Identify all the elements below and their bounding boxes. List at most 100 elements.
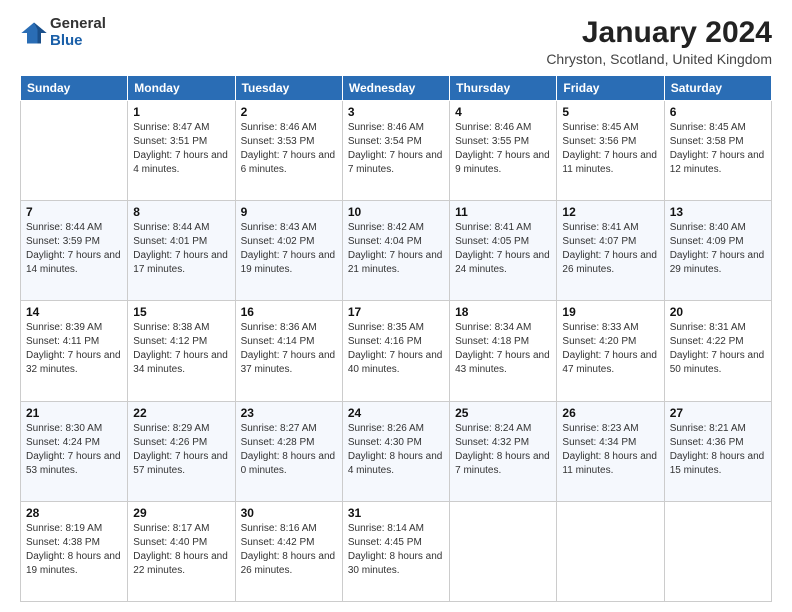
day-number: 16 — [241, 305, 337, 319]
sunrise-text: Sunrise: 8:45 AM — [670, 122, 746, 133]
day-info: Sunrise: 8:19 AM Sunset: 4:38 PM Dayligh… — [26, 522, 122, 578]
sunset-text: Sunset: 4:04 PM — [348, 236, 422, 247]
table-row: 7 Sunrise: 8:44 AM Sunset: 3:59 PM Dayli… — [21, 201, 128, 301]
daylight-text: Daylight: 7 hours and 21 minutes. — [348, 250, 443, 275]
location-text: Chryston, Scotland, United Kingdom — [546, 51, 772, 67]
sunset-text: Sunset: 4:24 PM — [26, 437, 100, 448]
sunset-text: Sunset: 4:20 PM — [562, 336, 636, 347]
daylight-text: Daylight: 7 hours and 7 minutes. — [348, 150, 443, 175]
table-row: 5 Sunrise: 8:45 AM Sunset: 3:56 PM Dayli… — [557, 101, 664, 201]
table-row: 24 Sunrise: 8:26 AM Sunset: 4:30 PM Dayl… — [342, 401, 449, 501]
sunrise-text: Sunrise: 8:36 AM — [241, 322, 317, 333]
day-info: Sunrise: 8:46 AM Sunset: 3:54 PM Dayligh… — [348, 121, 444, 177]
daylight-text: Daylight: 8 hours and 7 minutes. — [455, 451, 550, 476]
col-friday: Friday — [557, 76, 664, 101]
table-row: 2 Sunrise: 8:46 AM Sunset: 3:53 PM Dayli… — [235, 101, 342, 201]
day-number: 15 — [133, 305, 229, 319]
day-number: 13 — [670, 205, 766, 219]
sunset-text: Sunset: 4:30 PM — [348, 437, 422, 448]
sunset-text: Sunset: 3:53 PM — [241, 136, 315, 147]
table-row: 17 Sunrise: 8:35 AM Sunset: 4:16 PM Dayl… — [342, 301, 449, 401]
day-number: 10 — [348, 205, 444, 219]
sunset-text: Sunset: 4:16 PM — [348, 336, 422, 347]
sunset-text: Sunset: 4:28 PM — [241, 437, 315, 448]
logo-text: General Blue — [50, 16, 106, 49]
sunset-text: Sunset: 3:51 PM — [133, 136, 207, 147]
daylight-text: Daylight: 7 hours and 26 minutes. — [562, 250, 657, 275]
sunrise-text: Sunrise: 8:27 AM — [241, 423, 317, 434]
sunset-text: Sunset: 4:42 PM — [241, 537, 315, 548]
table-row — [557, 501, 664, 601]
sunrise-text: Sunrise: 8:40 AM — [670, 222, 746, 233]
sunset-text: Sunset: 4:14 PM — [241, 336, 315, 347]
day-info: Sunrise: 8:38 AM Sunset: 4:12 PM Dayligh… — [133, 321, 229, 377]
table-row: 26 Sunrise: 8:23 AM Sunset: 4:34 PM Dayl… — [557, 401, 664, 501]
sunrise-text: Sunrise: 8:29 AM — [133, 423, 209, 434]
calendar-week-row: 28 Sunrise: 8:19 AM Sunset: 4:38 PM Dayl… — [21, 501, 772, 601]
daylight-text: Daylight: 7 hours and 4 minutes. — [133, 150, 228, 175]
day-info: Sunrise: 8:26 AM Sunset: 4:30 PM Dayligh… — [348, 422, 444, 478]
day-number: 25 — [455, 406, 551, 420]
sunrise-text: Sunrise: 8:45 AM — [562, 122, 638, 133]
day-number: 24 — [348, 406, 444, 420]
day-info: Sunrise: 8:45 AM Sunset: 3:56 PM Dayligh… — [562, 121, 658, 177]
table-row: 18 Sunrise: 8:34 AM Sunset: 4:18 PM Dayl… — [450, 301, 557, 401]
day-info: Sunrise: 8:41 AM Sunset: 4:07 PM Dayligh… — [562, 221, 658, 277]
day-info: Sunrise: 8:30 AM Sunset: 4:24 PM Dayligh… — [26, 422, 122, 478]
table-row: 21 Sunrise: 8:30 AM Sunset: 4:24 PM Dayl… — [21, 401, 128, 501]
sunrise-text: Sunrise: 8:46 AM — [348, 122, 424, 133]
day-info: Sunrise: 8:44 AM Sunset: 4:01 PM Dayligh… — [133, 221, 229, 277]
sunrise-text: Sunrise: 8:24 AM — [455, 423, 531, 434]
table-row: 14 Sunrise: 8:39 AM Sunset: 4:11 PM Dayl… — [21, 301, 128, 401]
daylight-text: Daylight: 7 hours and 29 minutes. — [670, 250, 765, 275]
sunrise-text: Sunrise: 8:41 AM — [455, 222, 531, 233]
day-info: Sunrise: 8:24 AM Sunset: 4:32 PM Dayligh… — [455, 422, 551, 478]
sunrise-text: Sunrise: 8:17 AM — [133, 523, 209, 534]
sunset-text: Sunset: 4:07 PM — [562, 236, 636, 247]
sunset-text: Sunset: 3:55 PM — [455, 136, 529, 147]
sunset-text: Sunset: 4:26 PM — [133, 437, 207, 448]
daylight-text: Daylight: 8 hours and 4 minutes. — [348, 451, 443, 476]
sunrise-text: Sunrise: 8:39 AM — [26, 322, 102, 333]
day-info: Sunrise: 8:27 AM Sunset: 4:28 PM Dayligh… — [241, 422, 337, 478]
day-info: Sunrise: 8:14 AM Sunset: 4:45 PM Dayligh… — [348, 522, 444, 578]
day-info: Sunrise: 8:16 AM Sunset: 4:42 PM Dayligh… — [241, 522, 337, 578]
col-monday: Monday — [128, 76, 235, 101]
day-number: 1 — [133, 105, 229, 119]
daylight-text: Daylight: 7 hours and 14 minutes. — [26, 250, 121, 275]
daylight-text: Daylight: 8 hours and 22 minutes. — [133, 551, 228, 576]
table-row: 4 Sunrise: 8:46 AM Sunset: 3:55 PM Dayli… — [450, 101, 557, 201]
table-row: 25 Sunrise: 8:24 AM Sunset: 4:32 PM Dayl… — [450, 401, 557, 501]
table-row: 6 Sunrise: 8:45 AM Sunset: 3:58 PM Dayli… — [664, 101, 771, 201]
table-row: 13 Sunrise: 8:40 AM Sunset: 4:09 PM Dayl… — [664, 201, 771, 301]
sunrise-text: Sunrise: 8:47 AM — [133, 122, 209, 133]
table-row: 27 Sunrise: 8:21 AM Sunset: 4:36 PM Dayl… — [664, 401, 771, 501]
sunset-text: Sunset: 4:45 PM — [348, 537, 422, 548]
col-sunday: Sunday — [21, 76, 128, 101]
day-number: 5 — [562, 105, 658, 119]
col-saturday: Saturday — [664, 76, 771, 101]
table-row: 1 Sunrise: 8:47 AM Sunset: 3:51 PM Dayli… — [128, 101, 235, 201]
month-title: January 2024 — [546, 16, 772, 49]
day-info: Sunrise: 8:41 AM Sunset: 4:05 PM Dayligh… — [455, 221, 551, 277]
day-info: Sunrise: 8:40 AM Sunset: 4:09 PM Dayligh… — [670, 221, 766, 277]
day-number: 28 — [26, 506, 122, 520]
day-number: 27 — [670, 406, 766, 420]
col-wednesday: Wednesday — [342, 76, 449, 101]
day-info: Sunrise: 8:36 AM Sunset: 4:14 PM Dayligh… — [241, 321, 337, 377]
day-info: Sunrise: 8:44 AM Sunset: 3:59 PM Dayligh… — [26, 221, 122, 277]
day-number: 22 — [133, 406, 229, 420]
daylight-text: Daylight: 7 hours and 9 minutes. — [455, 150, 550, 175]
daylight-text: Daylight: 8 hours and 30 minutes. — [348, 551, 443, 576]
sunrise-text: Sunrise: 8:19 AM — [26, 523, 102, 534]
sunrise-text: Sunrise: 8:38 AM — [133, 322, 209, 333]
sunrise-text: Sunrise: 8:42 AM — [348, 222, 424, 233]
sunset-text: Sunset: 4:34 PM — [562, 437, 636, 448]
daylight-text: Daylight: 7 hours and 47 minutes. — [562, 350, 657, 375]
table-row: 23 Sunrise: 8:27 AM Sunset: 4:28 PM Dayl… — [235, 401, 342, 501]
daylight-text: Daylight: 7 hours and 53 minutes. — [26, 451, 121, 476]
day-number: 20 — [670, 305, 766, 319]
daylight-text: Daylight: 7 hours and 40 minutes. — [348, 350, 443, 375]
sunrise-text: Sunrise: 8:35 AM — [348, 322, 424, 333]
table-row — [664, 501, 771, 601]
